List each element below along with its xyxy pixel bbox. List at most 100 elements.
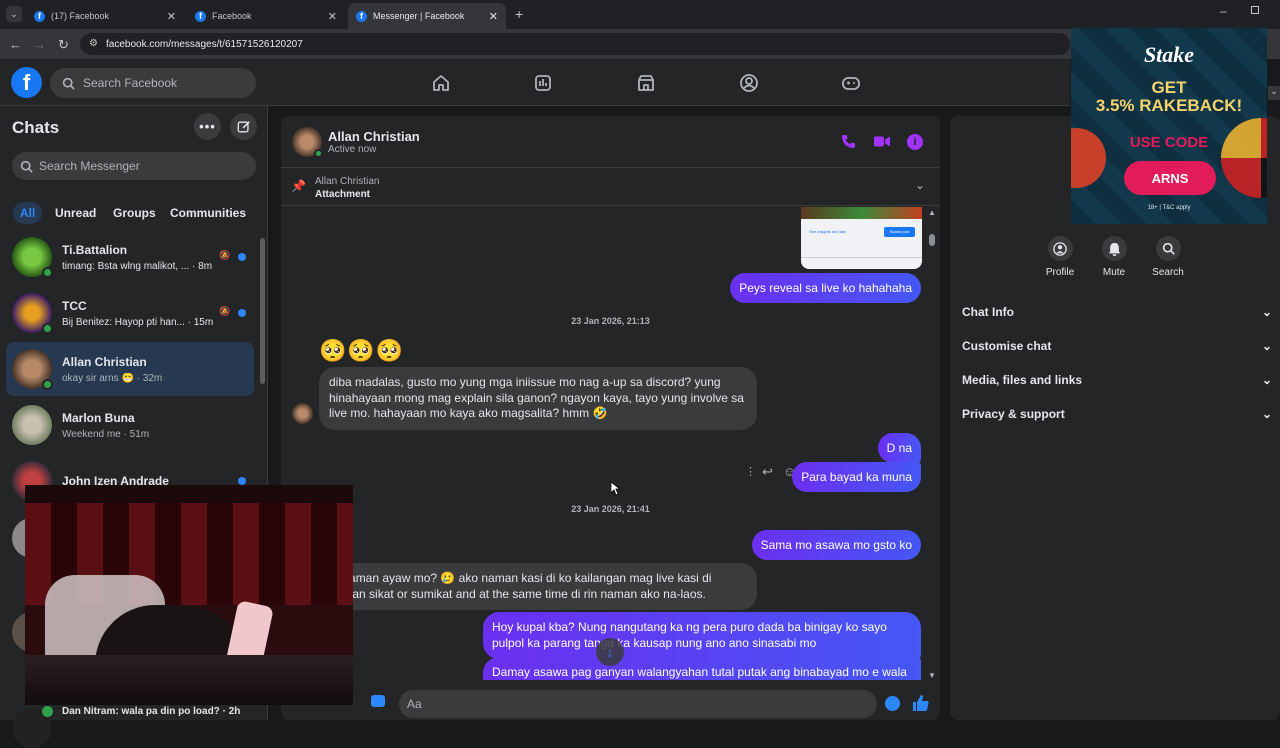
browser-tab-1[interactable]: f (17) Facebook ✕ <box>26 3 184 29</box>
more-actions-icon[interactable]: ⋮ <box>745 465 756 478</box>
contact-status: Active now <box>328 144 377 155</box>
chat-item-ti-battalion[interactable]: Ti.Battalion timang: Bsta wlng malikot, … <box>6 230 254 284</box>
contact-name[interactable]: Allan Christian <box>328 129 420 144</box>
image-attachment[interactable]: See insights and ads Boost post <box>801 207 922 269</box>
gaming-icon[interactable] <box>840 72 862 94</box>
chat-item-tcc[interactable]: TCC Bij Benitez: Hayop pti han... · 15m … <box>6 286 254 340</box>
forward-icon[interactable]: → <box>33 37 46 52</box>
conversation-info-icon[interactable]: i <box>907 134 923 150</box>
outgoing-message[interactable]: Peys reveal sa live ko hahahaha <box>730 273 921 303</box>
more-options-button[interactable]: ••• <box>194 113 221 140</box>
facebook-favicon-icon: f <box>195 10 206 22</box>
filter-groups[interactable]: Groups <box>106 202 163 224</box>
like-icon[interactable] <box>912 694 930 712</box>
message-input[interactable]: Aa <box>399 690 877 718</box>
audio-call-icon[interactable] <box>841 134 856 152</box>
search-placeholder: Search Messenger <box>39 159 140 173</box>
restore-icon[interactable] <box>1251 6 1259 14</box>
marketplace-icon[interactable] <box>635 72 657 94</box>
preview-button: Boost post <box>884 227 915 237</box>
ad-code-button[interactable]: ARNS <box>1124 161 1216 195</box>
video-icon[interactable] <box>532 72 554 94</box>
outgoing-message[interactable]: D na <box>877 433 921 463</box>
section-chat-info[interactable]: Chat Info ⌄ <box>962 305 1272 319</box>
unread-dot <box>238 309 246 317</box>
action-label: Mute <box>1102 267 1126 278</box>
chat-item-allan-christian[interactable]: Allan Christian okay sir arns 😁 · 32m <box>6 342 254 396</box>
tab-list-button[interactable]: ⌄ <box>6 6 22 22</box>
unread-dot <box>238 477 246 485</box>
new-message-button[interactable] <box>230 113 257 140</box>
pinned-label: Attachment <box>315 189 371 200</box>
outgoing-message[interactable]: Sama mo asawa mo gsto ko <box>751 530 921 560</box>
site-info-icon[interactable]: ⚙ <box>89 38 98 49</box>
profile-button[interactable]: Profile <box>1035 236 1085 278</box>
back-icon[interactable]: ← <box>9 37 22 52</box>
emoji-message[interactable]: 🥺🥺🥺 <box>319 338 404 364</box>
outgoing-message[interactable]: Hoy kupal kba? Nung nangutang ka ng pera… <box>483 612 921 659</box>
facebook-search-input[interactable]: Search Facebook <box>50 68 256 98</box>
incoming-message[interactable]: diba madalas, gusto mo yung mga iniissue… <box>319 367 757 430</box>
chat-name: Ti.Battalion <box>62 242 128 257</box>
facebook-favicon-icon: f <box>356 10 367 22</box>
home-icon[interactable] <box>430 72 452 94</box>
sidebar-scrollbar[interactable] <box>260 238 265 384</box>
mute-button[interactable]: Mute <box>1089 236 1139 278</box>
browser-tab-3[interactable]: f Messenger | Facebook ✕ <box>348 3 506 29</box>
chat-preview: Bij Benitez: Hayop pti han... · 15m <box>62 316 214 328</box>
section-privacy-support[interactable]: Privacy & support ⌄ <box>962 407 1272 421</box>
outgoing-message[interactable]: Para bayad ka muna <box>792 462 921 492</box>
filter-unread[interactable]: Unread <box>48 202 103 224</box>
search-icon <box>62 77 75 90</box>
new-tab-button[interactable]: + <box>515 6 523 22</box>
scroll-to-bottom-button[interactable]: ↓ <box>596 638 624 666</box>
tab-title: Messenger | Facebook <box>373 11 465 21</box>
address-bar[interactable]: ⚙ facebook.com/messages/t/61571526120207 <box>80 33 1070 55</box>
outgoing-message[interactable]: Damay asawa pag ganyan walangyahan tutal… <box>483 657 921 680</box>
compose-icon <box>237 120 250 132</box>
search-in-conversation-button[interactable]: Search <box>1143 236 1193 278</box>
preview-divider <box>801 257 922 258</box>
chevron-down-icon: ⌄ <box>1261 305 1272 319</box>
chat-item-marlon-buna[interactable]: Marlon Buna Weekend me · 51m <box>6 398 254 452</box>
search-icon <box>1155 236 1181 261</box>
section-media-files-links[interactable]: Media, files and links ⌄ <box>962 373 1272 387</box>
video-call-icon[interactable] <box>874 135 890 151</box>
ad-brand: Stake <box>1143 42 1195 67</box>
browser-tab-bar: ⌄ f (17) Facebook ✕ f Facebook ✕ f Messe… <box>0 0 1280 29</box>
contact-avatar <box>292 403 313 424</box>
ad-line1: GET <box>1151 78 1187 97</box>
pinned-message-bar[interactable]: 📌 Allan Christian Attachment ⌄ <box>281 168 940 206</box>
tab-title: (17) Facebook <box>51 11 110 21</box>
conversation-scrollbar[interactable] <box>929 234 935 246</box>
incoming-message[interactable]: at naman ayaw mo? 🥲 ako naman kasi di ko… <box>319 563 757 610</box>
chat-name: Allan Christian <box>62 354 147 369</box>
section-customise-chat[interactable]: Customise chat ⌄ <box>962 339 1272 353</box>
emoji-picker-icon[interactable] <box>885 696 900 711</box>
contact-avatar[interactable] <box>292 127 323 158</box>
close-tab-icon[interactable]: ✕ <box>328 10 337 23</box>
facebook-logo-icon[interactable]: f <box>11 67 42 98</box>
chat-preview: okay sir arns 😁 · 32m <box>62 372 163 384</box>
chevron-down-icon: ⌄ <box>1261 339 1272 353</box>
bell-icon <box>1101 236 1127 261</box>
scroll-down-arrow-icon[interactable]: ▼ <box>928 671 936 680</box>
filter-all[interactable]: All <box>13 202 43 224</box>
gif-icon[interactable] <box>371 695 385 707</box>
groups-icon[interactable] <box>738 72 760 94</box>
mouse-cursor-icon <box>611 482 620 496</box>
browser-tab-2[interactable]: f Facebook ✕ <box>187 3 345 29</box>
ad-scroll-chevron-icon[interactable]: ⌄ <box>1268 86 1280 100</box>
reply-icon[interactable]: ↩ <box>762 464 773 480</box>
minimize-icon[interactable]: – <box>1220 4 1227 18</box>
chevron-down-icon[interactable]: ⌄ <box>915 178 925 192</box>
filter-communities[interactable]: Communities <box>163 202 253 224</box>
reload-icon[interactable]: ↻ <box>58 37 69 53</box>
scroll-up-arrow-icon[interactable]: ▲ <box>928 208 936 217</box>
messenger-search-input[interactable]: Search Messenger <box>12 152 256 180</box>
muted-bell-icon: 🔕 <box>219 306 231 316</box>
ellipsis-icon: ••• <box>199 119 216 134</box>
chat-name: TCC <box>62 298 87 313</box>
close-tab-icon[interactable]: ✕ <box>167 10 176 23</box>
close-tab-icon[interactable]: ✕ <box>489 10 498 23</box>
